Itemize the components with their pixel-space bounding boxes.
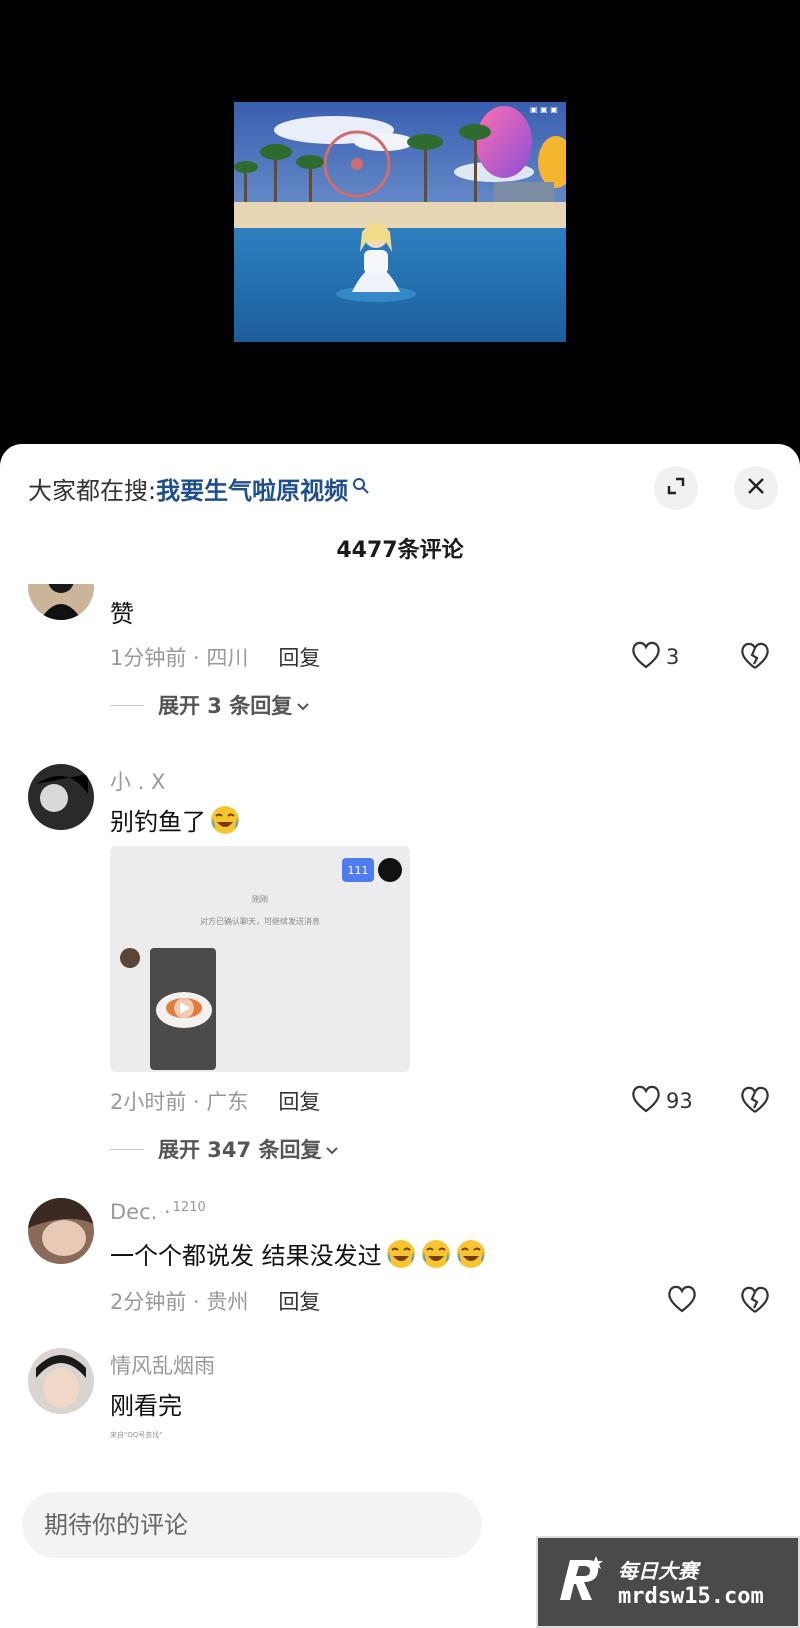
like-button[interactable]: [666, 1284, 702, 1318]
like-count: 93: [666, 1089, 693, 1113]
expand-replies-button[interactable]: 展开 347 条回复: [110, 1134, 339, 1164]
search-icon[interactable]: [352, 473, 370, 494]
comment-text: 刚看完: [110, 1392, 182, 1420]
svg-text:▣ ▣ ▣: ▣ ▣ ▣: [530, 105, 558, 114]
comment-text-body: 一个个都说发 结果没发过: [110, 1242, 382, 1270]
comment-count: 4477条评论: [336, 538, 464, 563]
expand-replies-label: 展开 347 条回复: [158, 1138, 322, 1162]
reply-button[interactable]: 回复: [278, 1086, 320, 1116]
watermark-line1: 每日大赛: [618, 1559, 698, 1583]
broken-heart-icon: [738, 1086, 772, 1120]
trending-search-bar[interactable]: 大家都在搜: 我要生气啦原视频: [28, 468, 370, 508]
crying-laughing-emoji: [455, 1238, 487, 1270]
like-button[interactable]: 3: [630, 640, 679, 674]
comment-meta: 1分钟前 · 四川 回复: [110, 642, 320, 672]
time-location: 2小时前 · 广东: [110, 1090, 249, 1114]
comment-input[interactable]: [44, 1511, 444, 1539]
watermark-logo: 每日大赛 mrdsw15.com: [536, 1536, 800, 1628]
username-text: Dec. ·: [110, 1200, 171, 1224]
reply-button[interactable]: 回复: [278, 642, 320, 672]
expand-replies-label: 展开 3 条回复: [158, 694, 293, 718]
comment-text-body: 别钓鱼了: [110, 808, 206, 836]
time-location: 1分钟前 · 四川: [110, 646, 249, 670]
reply-button[interactable]: 回复: [278, 1286, 320, 1316]
comment-meta: 2分钟前 · 贵州 回复: [110, 1286, 320, 1316]
crying-laughing-emoji: [420, 1238, 452, 1270]
comment-text: 赞: [110, 600, 134, 628]
avatar[interactable]: [28, 1348, 94, 1414]
expand-replies-button[interactable]: 展开 3 条回复: [110, 690, 310, 720]
watermark-text: 每日大赛 mrdsw15.com: [618, 1555, 764, 1609]
crying-laughing-emoji: [385, 1238, 417, 1270]
close-button[interactable]: [734, 466, 778, 510]
comment-input-bar[interactable]: [22, 1492, 482, 1558]
comment-list[interactable]: 赞 1分钟前 · 四川 回复 3 展开 3 条回复 小 . X 别钓鱼了 111…: [0, 584, 800, 1474]
username[interactable]: 小 . X: [110, 766, 165, 796]
avatar[interactable]: [28, 764, 94, 830]
video-frame[interactable]: ▣ ▣ ▣: [234, 102, 566, 342]
close-icon: [746, 476, 766, 500]
comment-image[interactable]: 111 刚刚 对方已确认聊天，可继续发送消息: [110, 846, 410, 1072]
avatar[interactable]: [28, 584, 94, 620]
comment-text: 别钓鱼了: [110, 802, 241, 837]
username[interactable]: Dec. · 1210: [110, 1200, 206, 1224]
heart-icon: [666, 1284, 702, 1319]
dislike-button[interactable]: [738, 1084, 772, 1118]
avatar[interactable]: [28, 1198, 94, 1264]
trending-search-term[interactable]: 我要生气啦原视频: [156, 471, 348, 506]
image-title: 刚刚: [252, 895, 268, 904]
like-count: 3: [666, 645, 680, 669]
trending-search-prefix: 大家都在搜:: [28, 476, 157, 505]
divider: [110, 704, 144, 706]
username[interactable]: 情风乱烟雨: [110, 1350, 215, 1380]
watermark-line2: mrdsw15.com: [618, 1584, 764, 1609]
comment-meta: 2小时前 · 广东 回复: [110, 1086, 320, 1116]
crying-laughing-emoji: [209, 804, 241, 836]
comment-attachment-snippet[interactable]: 来自"QQ号查找": [110, 1430, 330, 1440]
expand-icon: [665, 475, 687, 501]
chevron-down-icon: [325, 1137, 339, 1161]
dislike-button[interactable]: [738, 640, 772, 674]
like-button[interactable]: 93: [630, 1084, 693, 1118]
attachment-snippet-text: 来自"QQ号查找": [110, 1431, 163, 1439]
watermark-r-icon: [552, 1552, 608, 1612]
comment-text: 一个个都说发 结果没发过: [110, 1236, 487, 1271]
video-player[interactable]: ▣ ▣ ▣: [0, 0, 800, 450]
divider: [110, 1148, 144, 1150]
broken-heart-icon: [738, 642, 772, 676]
chevron-down-icon: [296, 693, 310, 717]
comment-sheet: 大家都在搜: 我要生气啦原视频 4477条评论 赞 1分钟前 · 四川 回复 3…: [0, 444, 800, 1628]
username-badge: 1210: [172, 1200, 206, 1215]
broken-heart-icon: [738, 1286, 772, 1320]
image-notice: 对方已确认聊天，可继续发送消息: [200, 917, 320, 926]
heart-icon: [630, 1084, 666, 1119]
time-location: 2分钟前 · 贵州: [110, 1290, 249, 1314]
heart-icon: [630, 640, 666, 675]
expand-button[interactable]: [654, 466, 698, 510]
image-badge: 111: [347, 863, 369, 877]
dislike-button[interactable]: [738, 1284, 772, 1318]
